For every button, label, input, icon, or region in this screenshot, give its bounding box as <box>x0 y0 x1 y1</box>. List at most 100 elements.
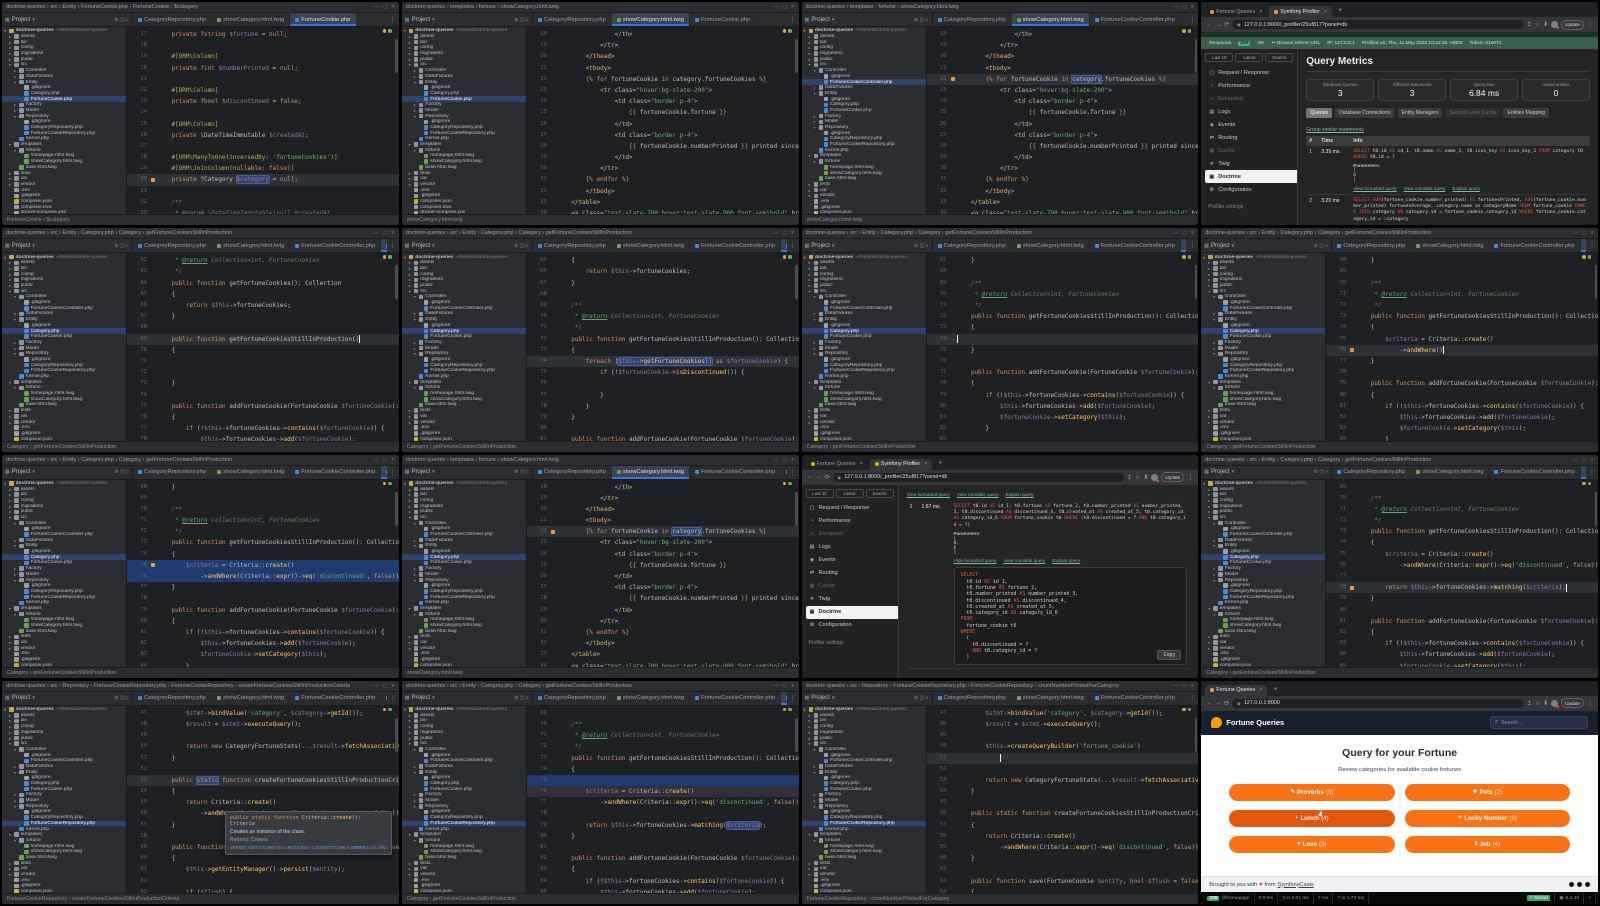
browser-tab[interactable]: Symfony Profiler × <box>869 458 933 470</box>
editor-tab[interactable]: CategoryRepository.php <box>133 465 213 479</box>
browser-tab[interactable]: Fortune Queries × <box>1205 684 1268 696</box>
minimize-icon[interactable]: — <box>374 230 379 236</box>
grid-thumbnail[interactable]: doctrine-queries › src › Entity › Catego… <box>1201 454 1598 678</box>
menu-icon[interactable]: ⋮ <box>1587 700 1593 707</box>
reload-icon[interactable]: ⟳ <box>825 474 830 481</box>
query-link[interactable]: Hide formatted query <box>954 558 997 563</box>
maximize-icon[interactable]: ▢ <box>1182 683 1186 689</box>
grid-thumbnail[interactable]: doctrine-queries › templates › fortune ›… <box>801 2 1199 226</box>
more-icon[interactable]: ⋮ <box>787 695 799 702</box>
editor-tab[interactable]: FortuneCookieController.php <box>290 239 382 253</box>
more-icon[interactable]: ⋮ <box>387 469 399 476</box>
downloads-icon[interactable]: ⬇ <box>1543 21 1548 28</box>
editor-tab[interactable]: showCategory.html.twig <box>612 239 690 253</box>
code-editor[interactable]: 62 * @return Collection<int, FortuneCook… <box>127 253 399 441</box>
profiler-filter[interactable]: Last 10 <box>805 488 834 498</box>
editor-tab[interactable]: showCategory.html.twig <box>612 691 690 705</box>
profiler-filter[interactable]: Search <box>1265 53 1294 62</box>
twitter-icon[interactable] <box>1569 882 1574 887</box>
search-input[interactable]: ⌕ Search... <box>1490 716 1588 730</box>
project-selector[interactable]: ▦ Project ▾ ⊕ ◫ ⌕ <box>1201 239 1333 253</box>
query-link[interactable]: View formatted query <box>907 492 950 497</box>
query-link[interactable]: Explain query <box>1452 186 1480 191</box>
close-icon[interactable]: ✕ <box>391 4 395 10</box>
project-selector[interactable]: ▦ Project ▾ ⊕ ◫ ⌕ <box>1201 465 1333 479</box>
new-tab-button[interactable]: + <box>1269 686 1281 693</box>
more-icon[interactable]: ⋮ <box>787 469 799 476</box>
maximize-icon[interactable]: ▢ <box>782 4 786 10</box>
minimize-icon[interactable]: — <box>1174 683 1179 689</box>
editor-scrollbar[interactable] <box>795 265 798 300</box>
profiler-settings-link[interactable]: Profiler settings <box>806 640 898 646</box>
close-icon[interactable]: ✕ <box>791 683 795 689</box>
project-selector[interactable]: ▦ Project ▾ ⊕ ◫ ⌕ <box>402 13 533 26</box>
project-selector[interactable]: ▦ Project ▾ ⊕ ◫ ⌕ <box>802 239 933 253</box>
query-link[interactable]: Explain query <box>1006 492 1034 497</box>
editor-tab[interactable]: FortuneCookieController.php <box>690 691 782 705</box>
maximize-icon[interactable]: ▢ <box>782 683 786 689</box>
tab-close-icon[interactable]: × <box>924 461 927 467</box>
maximize-icon[interactable]: ▢ <box>1182 230 1186 236</box>
more-icon[interactable]: ⋮ <box>1586 242 1598 249</box>
forward-icon[interactable]: → <box>816 474 822 480</box>
more-icon[interactable]: ⋮ <box>787 242 799 249</box>
maximize-icon[interactable]: ▢ <box>383 457 387 463</box>
editor-tab[interactable]: FortuneCookieController.php <box>1090 691 1181 705</box>
category-button[interactable]: $ Job (4) <box>1404 835 1570 853</box>
editor-tab[interactable]: FortuneCookieController.php <box>290 691 382 705</box>
editor-tab[interactable]: FortuneCookieController.php <box>690 465 782 479</box>
grid-thumbnail[interactable]: doctrine-queries › src › Repository › Fo… <box>801 680 1199 904</box>
close-icon[interactable]: ✕ <box>1590 230 1594 236</box>
project-selector[interactable]: ▦ Project ▾ ⊕ ◫ ⌕ <box>2 239 133 253</box>
query-link[interactable]: View runnable query <box>1404 186 1446 191</box>
code-editor[interactable]: 65 {66 return $this->fortuneCookies; 67 }… <box>526 253 799 441</box>
category-button[interactable]: ♥ Love (3) <box>1229 835 1395 853</box>
profiler-menu-routing[interactable]: ⇄ Routing <box>1205 131 1297 144</box>
maximize-icon[interactable]: ▢ <box>782 230 786 236</box>
profile-avatar[interactable] <box>1551 699 1560 708</box>
query-view-tab[interactable]: Database Connections <box>1335 108 1395 118</box>
toolbar-close-icon[interactable]: × <box>1588 896 1591 901</box>
grid-thumbnail[interactable]: Fortune Queries × Symfony Profiler × + ← → ⟳ ◉ 12… <box>1201 2 1598 226</box>
query-view-tab[interactable]: Entity Managers <box>1397 108 1443 118</box>
project-selector[interactable]: ▦ Project ▾ ⊕ ◫ ⌕ <box>402 239 533 253</box>
editor-tab[interactable]: CategoryRepository.php <box>533 465 612 479</box>
more-icon[interactable]: ⋮ <box>1586 469 1598 476</box>
profiler-menu-request[interactable]: ▢ Request / Response <box>806 502 898 515</box>
editor-tab[interactable]: FortuneCookie.php <box>690 13 757 26</box>
grid-thumbnail[interactable]: doctrine-queries › templates › fortune ›… <box>401 454 799 678</box>
maximize-icon[interactable]: ▢ <box>1182 4 1186 10</box>
profiler-menu-performance[interactable]: ◔ Performance <box>806 515 898 528</box>
new-tab-button[interactable]: + <box>934 460 946 467</box>
editor-tab[interactable]: CategoryRepository.php <box>933 691 1012 705</box>
more-icon[interactable]: ⋮ <box>1186 242 1198 249</box>
grid-thumbnail[interactable]: Fortune Queries × Symfony Profiler × + ← → ⟳ ◉ 12… <box>801 454 1199 678</box>
editor-tab[interactable]: showCategory.html.twig <box>212 691 291 705</box>
profile-avatar[interactable] <box>1151 473 1160 482</box>
editor-tab[interactable]: CategoryRepository.php <box>1332 465 1412 479</box>
project-selector[interactable]: ▦ Project ▾ ⊕ ◫ ⌕ <box>802 691 933 705</box>
close-icon[interactable]: ✕ <box>1190 4 1194 10</box>
tab-close-icon[interactable]: × <box>1324 9 1327 15</box>
code-editor[interactable]: 47 $stmt->bindValue('category', $categor… <box>926 705 1199 893</box>
editor-tab[interactable]: FortuneCookieController.php <box>1489 465 1581 479</box>
editor-tab[interactable]: showCategory.html.twig <box>611 465 690 479</box>
profiler-filter[interactable]: Last 10 <box>1205 53 1234 62</box>
symfonycasts-link[interactable]: SymfonyCasts <box>1278 882 1314 888</box>
address-bar[interactable]: ◉ 127.0.0.1:8000 <box>1232 698 1524 708</box>
more-icon[interactable]: ⋮ <box>387 16 399 23</box>
editor-tab[interactable]: CategoryRepository.php <box>1332 239 1412 253</box>
share-icon[interactable]: ↥ <box>1527 700 1532 707</box>
profiler-settings-link[interactable]: Profiler settings <box>1205 204 1297 210</box>
update-button[interactable]: Update <box>1161 472 1185 482</box>
code-editor[interactable]: 67 } 68 69 /** 70 * @return Collection<int,… <box>926 253 1199 441</box>
editor-tab[interactable]: FortuneCookieController.php <box>1090 239 1181 253</box>
profiler-filter[interactable]: Latest <box>1235 53 1264 62</box>
grid-thumbnail[interactable]: Fortune Queries × + ← → ⟳ ◉ 127.0.0.1:8000 ↥ ☆ ⬇ Up… <box>1201 680 1598 904</box>
tab-close-icon[interactable]: × <box>1259 687 1262 693</box>
category-button[interactable]: ✎ Proverbs (3) <box>1229 783 1395 801</box>
maximize-icon[interactable]: ▢ <box>383 4 387 10</box>
minimize-icon[interactable]: — <box>374 683 379 689</box>
editor-tab[interactable]: showCategory.html.twig <box>1411 239 1490 253</box>
code-editor[interactable]: 68 } 69 70 /** 71 * @return Collection<int,… <box>127 479 399 667</box>
